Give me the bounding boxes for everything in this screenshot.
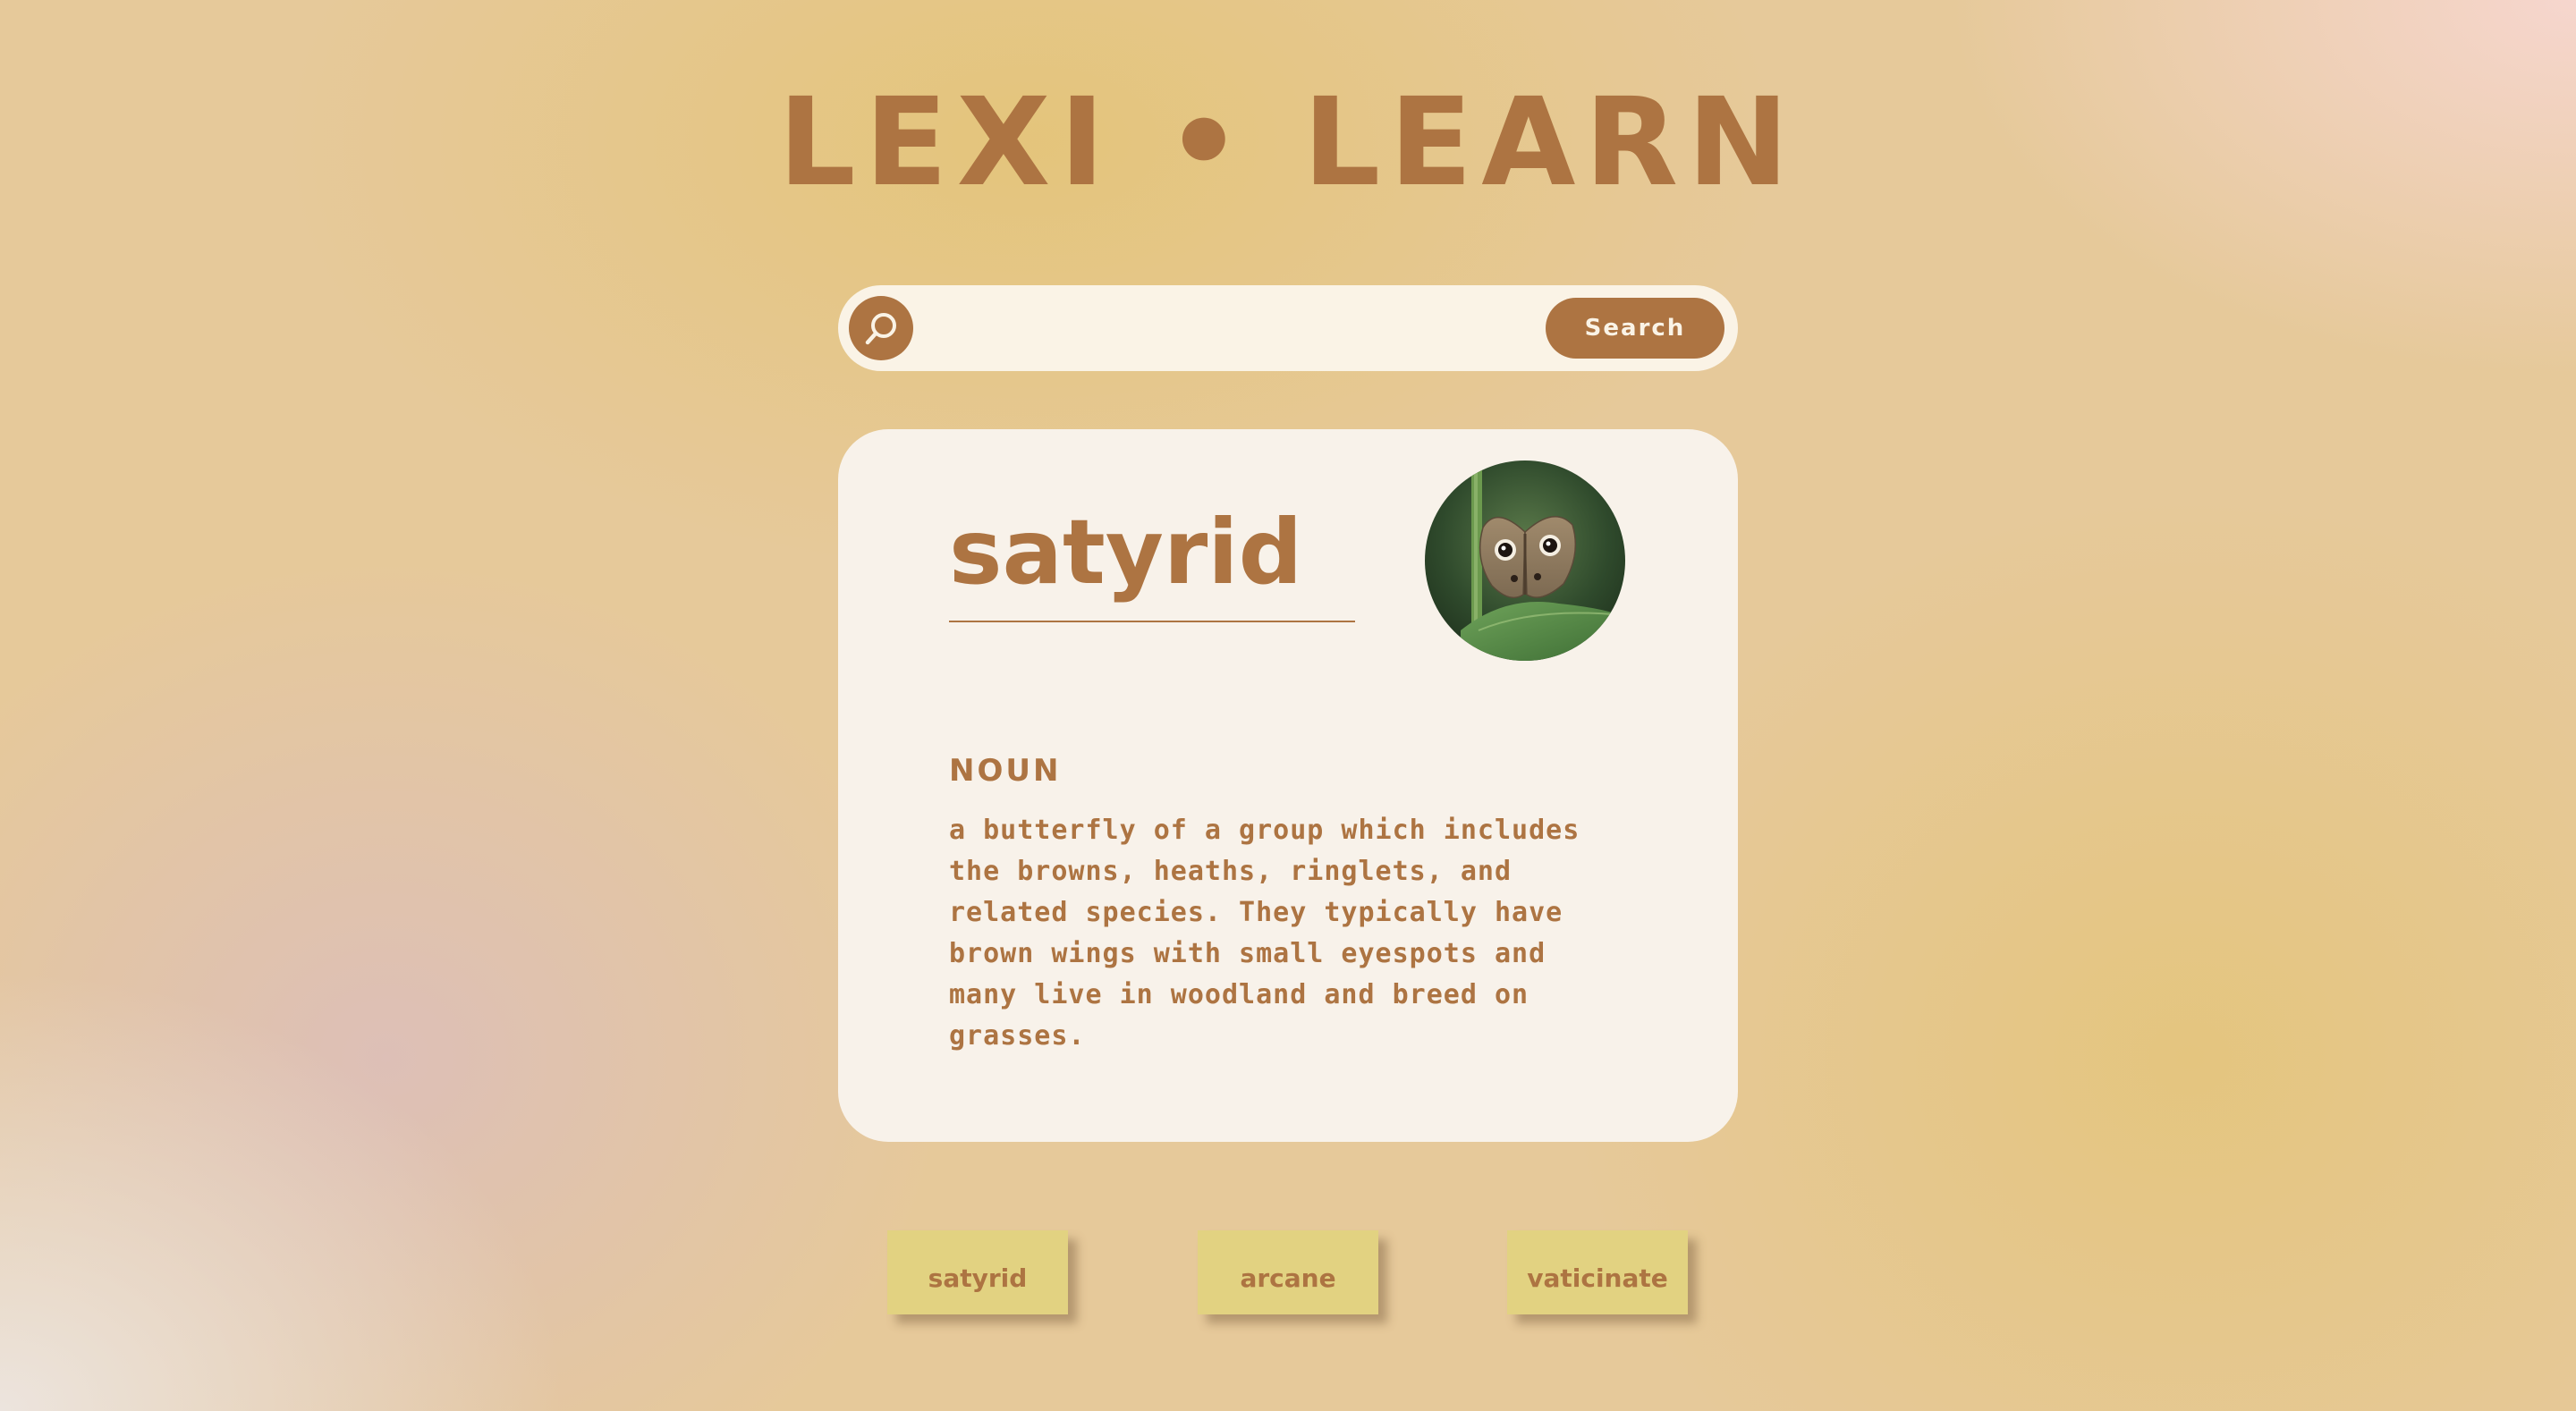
word-card: satyrid NOUN a butterfly of a group whic…: [838, 429, 1738, 1142]
history-chip-vaticinate[interactable]: vaticinate: [1507, 1230, 1688, 1314]
search-icon[interactable]: [849, 296, 913, 360]
history-chip-arcane[interactable]: arcane: [1198, 1230, 1378, 1314]
search-button[interactable]: Search: [1546, 298, 1724, 359]
history-chip-satyrid[interactable]: satyrid: [887, 1230, 1068, 1314]
butterfly-photo: [1425, 460, 1625, 661]
search-bar: Search: [838, 285, 1738, 371]
word-title: satyrid: [949, 500, 1303, 604]
part-of-speech: NOUN: [949, 753, 1062, 789]
app-title: LEXI • LEARN: [778, 72, 1798, 214]
definition-text: a butterfly of a group which includes th…: [949, 815, 1580, 1052]
title-divider: [949, 621, 1355, 622]
search-input[interactable]: [928, 298, 1477, 360]
